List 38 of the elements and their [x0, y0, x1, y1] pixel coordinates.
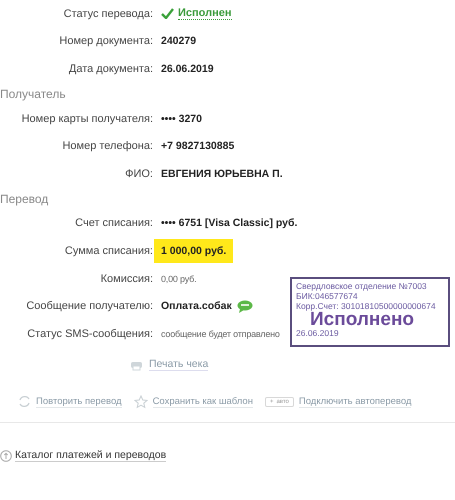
field-label: Сумма списания: — [64, 244, 153, 257]
field-value: сообщение будет отправлено — [161, 328, 280, 339]
field-label: Комиссия: — [100, 272, 153, 285]
field-label: ФИО: — [124, 168, 153, 180]
speech-bubble-icon — [236, 300, 253, 313]
field-label: Сообщение получателю: — [25, 300, 153, 312]
stamp-text: Корр.Счет: 30101810500000000674 — [296, 301, 437, 311]
field-label: Статус SMS-сообщения: — [26, 328, 153, 340]
field-value: 0,00 руб. — [161, 274, 196, 284]
field-value: +7 9827130885 — [161, 140, 234, 152]
field-value: 240279 — [161, 35, 196, 48]
action-link[interactable]: Сохранить как шаблон — [152, 396, 253, 408]
star-icon — [134, 394, 148, 409]
action-link[interactable]: Подключить автоперевод — [298, 396, 412, 408]
field-label: Номер карты получателя: — [20, 112, 153, 125]
field-value: 26.06.2019 — [161, 62, 214, 75]
stamp-text: БИК:046577674 — [296, 291, 359, 301]
amount-value: 1 000,00 руб. — [154, 238, 234, 263]
catalog-link[interactable]: Каталог платежей и переводов — [15, 449, 166, 462]
stamp-text: Свердловское отделение №7003 — [296, 281, 428, 291]
field-label: Номер телефона: — [61, 140, 153, 152]
field-label: Счет списания: — [74, 217, 153, 230]
section-heading: Перевод — [0, 190, 50, 208]
stamp-mark: Исполнено — [310, 311, 414, 328]
field-label: Статус перевода: — [62, 8, 153, 20]
stamp-date: 26.06.2019 — [296, 328, 340, 338]
status-value: Исполнен — [178, 7, 232, 20]
section-heading: Получатель — [0, 86, 67, 103]
field-value: ЕВГЕНИЯ ЮРЬЕВНА П. — [161, 168, 283, 180]
field-value: •••• 3270 — [161, 112, 202, 125]
field-value: •••• 6751 [Visa Classic] руб. — [161, 217, 298, 230]
field-label: Номер документа: — [58, 35, 153, 48]
print-receipt-link[interactable]: Печать чека — [149, 358, 208, 372]
message-value: Оплата.собак — [161, 300, 232, 312]
action-link[interactable]: Повторить перевод — [36, 396, 122, 408]
check-icon — [161, 8, 174, 20]
refresh-icon — [18, 395, 31, 408]
field-label: Дата документа: — [68, 62, 153, 75]
